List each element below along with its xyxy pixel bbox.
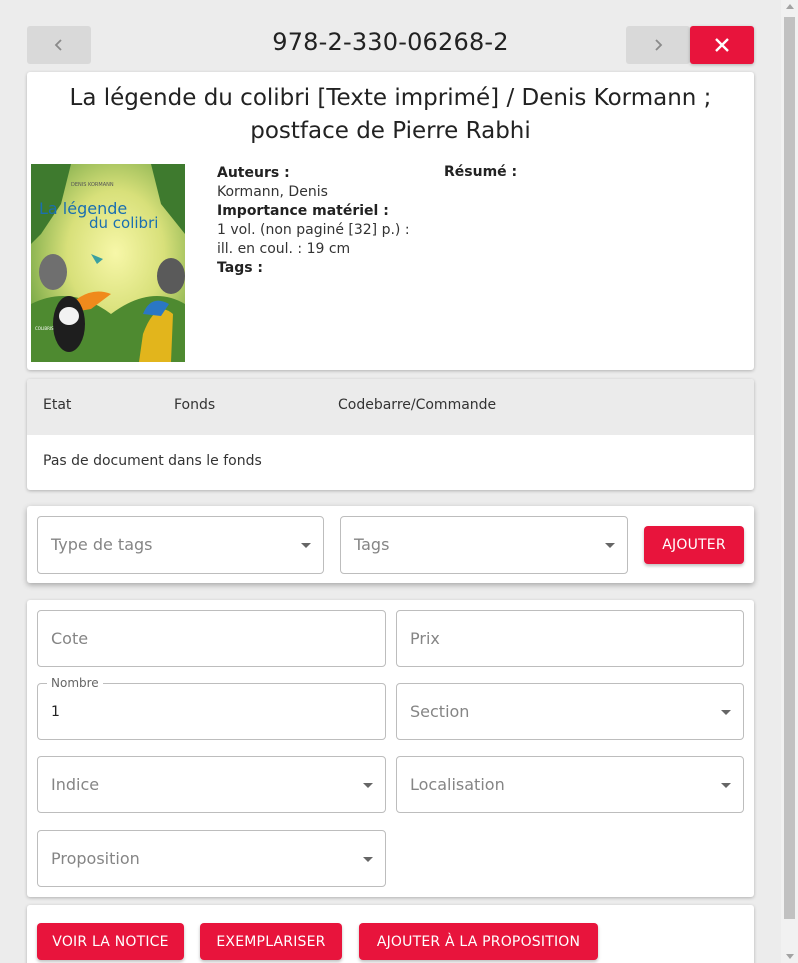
chevron-right-icon bbox=[655, 39, 663, 51]
column-header-codebarre: Codebarre/Commande bbox=[338, 397, 497, 413]
tags-form: Type de tags Tags AJOUTER bbox=[27, 506, 754, 583]
section-placeholder: Section bbox=[410, 702, 470, 721]
prix-placeholder: Prix bbox=[410, 629, 440, 648]
scroll-down-arrow-icon[interactable] bbox=[786, 954, 794, 959]
svg-text:du colibri: du colibri bbox=[89, 214, 158, 232]
next-button[interactable] bbox=[626, 26, 690, 64]
tag-type-select[interactable]: Type de tags bbox=[37, 516, 324, 574]
tags-select[interactable]: Tags bbox=[340, 516, 628, 574]
add-tag-button[interactable]: AJOUTER bbox=[644, 526, 744, 564]
svg-text:DENIS KORMANN: DENIS KORMANN bbox=[71, 182, 114, 188]
authors-label: Auteurs : bbox=[217, 165, 290, 181]
caret-down-icon bbox=[363, 783, 373, 788]
localisation-select[interactable]: Localisation bbox=[396, 756, 744, 813]
item-form: Cote Prix Nombre 1 Section Indice Locali… bbox=[27, 600, 754, 897]
fonds-empty-message: Pas de document dans le fonds bbox=[43, 453, 262, 469]
indice-placeholder: Indice bbox=[51, 775, 100, 794]
fonds-table-header: Etat Fonds Codebarre/Commande bbox=[27, 379, 754, 435]
book-cover-image: DENIS KORMANN La légende du colibri COLI… bbox=[31, 164, 185, 362]
caret-down-icon bbox=[605, 543, 615, 548]
scroll-up-arrow-icon[interactable] bbox=[786, 4, 794, 9]
column-header-fonds: Fonds bbox=[174, 397, 216, 413]
caret-down-icon bbox=[721, 710, 731, 715]
previous-button[interactable] bbox=[27, 26, 91, 64]
book-title: La légende du colibri [Texte imprimé] / … bbox=[69, 85, 712, 144]
caret-down-icon bbox=[721, 783, 731, 788]
close-icon bbox=[715, 38, 729, 52]
chevron-left-icon bbox=[54, 39, 62, 51]
exemplariser-button[interactable]: EXEMPLARISER bbox=[200, 923, 342, 960]
scrollbar-thumb[interactable] bbox=[784, 17, 795, 919]
fonds-table: Etat Fonds Codebarre/Commande Pas de doc… bbox=[27, 379, 754, 490]
add-to-proposition-button[interactable]: AJOUTER À LA PROPOSITION bbox=[359, 923, 598, 960]
book-card: La légende du colibri [Texte imprimé] / … bbox=[27, 72, 754, 370]
header: 978-2-330-06268-2 bbox=[27, 26, 754, 64]
authors-value: Kormann, Denis bbox=[217, 184, 328, 200]
page-scrollbar[interactable] bbox=[781, 0, 798, 963]
resume-label: Résumé : bbox=[444, 164, 518, 180]
material-value: 1 vol. (non paginé [32] p.) : ill. en co… bbox=[217, 222, 410, 257]
tags-placeholder: Tags bbox=[354, 535, 390, 554]
proposition-select[interactable]: Proposition bbox=[37, 830, 386, 887]
voir-notice-button[interactable]: VOIR LA NOTICE bbox=[37, 923, 184, 960]
caret-down-icon bbox=[301, 543, 311, 548]
section-select[interactable]: Section bbox=[396, 683, 744, 740]
localisation-placeholder: Localisation bbox=[410, 775, 505, 794]
indice-select[interactable]: Indice bbox=[37, 756, 386, 813]
proposition-placeholder: Proposition bbox=[51, 849, 140, 868]
column-header-etat: Etat bbox=[43, 397, 72, 413]
tag-type-placeholder: Type de tags bbox=[51, 535, 153, 554]
material-label: Importance matériel : bbox=[217, 203, 389, 219]
cote-input[interactable]: Cote bbox=[37, 610, 386, 667]
nombre-input[interactable]: Nombre 1 bbox=[37, 676, 386, 740]
svg-text:COLIBRIS: COLIBRIS bbox=[35, 326, 54, 331]
tags-label: Tags : bbox=[217, 260, 264, 276]
cote-placeholder: Cote bbox=[51, 629, 89, 648]
actions-bar: VOIR LA NOTICE EXEMPLARISER AJOUTER À LA… bbox=[27, 905, 754, 963]
caret-down-icon bbox=[363, 857, 373, 862]
close-button[interactable] bbox=[690, 26, 754, 64]
prix-input[interactable]: Prix bbox=[396, 610, 744, 667]
book-metadata: Auteurs : Kormann, Denis Importance maté… bbox=[217, 164, 417, 278]
nombre-value: 1 bbox=[51, 704, 60, 720]
nombre-label: Nombre bbox=[47, 676, 103, 690]
